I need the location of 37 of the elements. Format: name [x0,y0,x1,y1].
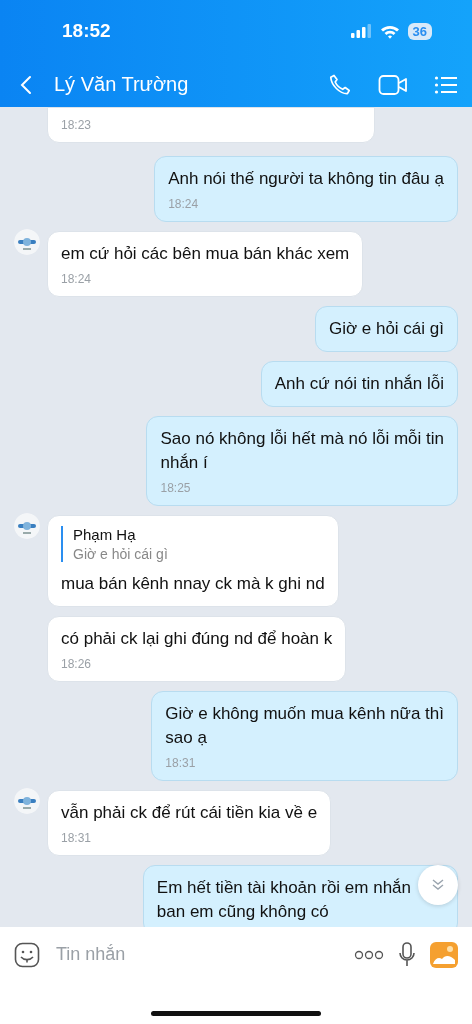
message-text: Em hết tiền tài khoản rồi em nhắn ban em cũng không có [156,877,411,923]
message-time: 18:31 [61,831,93,845]
message-text: Sao nó không lỗi hết mà nó lỗi mỗi tin nhắn í [160,428,444,474]
message-text: Giờ e hỏi cái gì [328,318,444,340]
phone-icon[interactable] [328,72,352,97]
message-text: Giờ e không muốn mua kênh nữa thì sao ạ [165,703,444,749]
quote-author: Phạm Hạ [73,526,137,543]
double-chevron-icon [431,878,445,892]
message-text: em cứ hỏi các bên mua bán khác xem [61,243,350,265]
signal-icon [349,24,372,38]
avatar[interactable] [14,788,40,814]
video-call-icon[interactable] [378,73,408,96]
quote-text: Giờ e hỏi cái gì [73,546,169,562]
contact-name: Lý Văn Trường [54,73,190,96]
back-button[interactable] [20,74,32,95]
message-time: 18:31 [165,756,197,770]
message-time: 18:23 [61,118,93,132]
battery-indicator: 36 [407,22,432,40]
message-text: Anh nói thế người ta không tin đâu ạ [168,168,444,190]
message-text: Anh cứ nói tin nhắn lỗi [274,373,444,395]
quoted-reply[interactable]: Phạm Hạ Giờ e hỏi cái gì [61,526,325,562]
avatar[interactable] [14,513,40,539]
message-time: 18:26 [61,657,93,671]
message-time: 18:25 [160,481,192,495]
message-text: có phải ck lại ghi đúng nd để hoàn k [61,628,333,650]
microphone-icon[interactable] [398,941,416,968]
message-time: 18:24 [61,272,93,286]
wifi-icon [379,23,400,39]
menu-icon[interactable] [434,74,458,95]
message-time: 18:24 [168,197,200,211]
message-text: vẫn phải ck để rút cái tiền kia về e [61,802,318,824]
sticker-icon[interactable] [14,941,40,968]
more-icon[interactable] [354,949,384,960]
status-time: 18:52 [62,20,111,42]
image-icon[interactable] [430,941,458,968]
message-text: mua bán kênh nnay ck mà k ghi nd [61,573,325,595]
avatar[interactable] [14,229,40,255]
